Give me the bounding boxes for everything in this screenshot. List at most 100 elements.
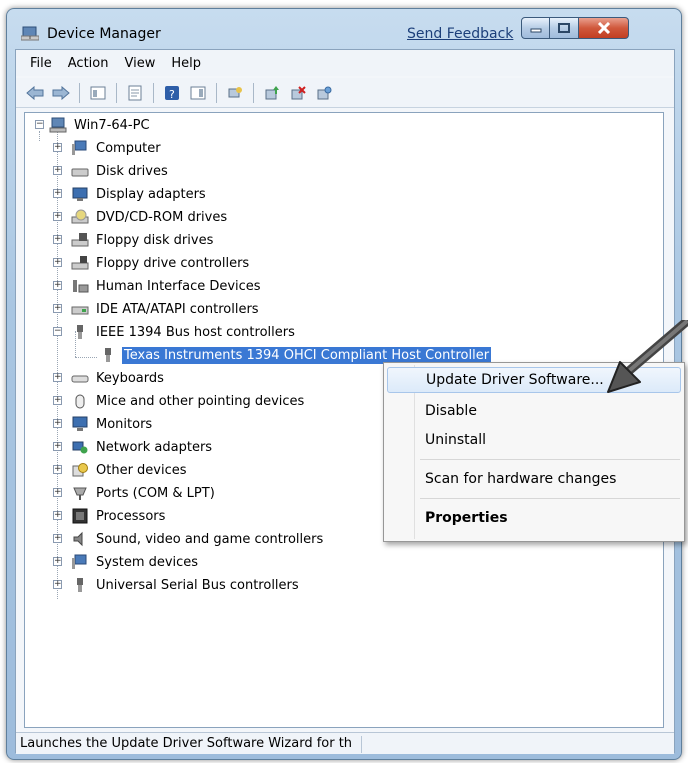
other-devices-icon — [71, 462, 89, 478]
dvd-drive-icon — [71, 209, 89, 225]
show-hide-tree-icon[interactable] — [87, 82, 109, 104]
display-adapter-icon — [71, 186, 89, 202]
tree-item-label: Human Interface Devices — [96, 278, 261, 294]
tree-item-label: Ports (COM & LPT) — [96, 485, 215, 501]
tree-item-sound-video-game[interactable]: + Sound, video and game controllers — [25, 529, 325, 549]
tree-item-mice[interactable]: + Mice and other pointing devices — [25, 391, 306, 411]
expand-toggle[interactable]: + — [53, 212, 62, 221]
computer-icon — [71, 140, 89, 156]
svg-text:?: ? — [169, 88, 175, 101]
uninstall-device-icon[interactable] — [287, 82, 309, 104]
expand-toggle[interactable]: + — [53, 419, 62, 428]
tree-item-processors[interactable]: + Processors — [25, 506, 167, 526]
hid-icon — [71, 278, 89, 294]
tree-item-label: Disk drives — [96, 163, 168, 179]
tree-item-dvd-cd-rom-drives[interactable]: + DVD/CD-ROM drives — [25, 207, 229, 227]
expand-toggle[interactable]: + — [53, 281, 62, 290]
tree-item-label: Keyboards — [96, 370, 164, 386]
tree-item-floppy-disk-drives[interactable]: + Floppy disk drives — [25, 230, 215, 250]
ide-controller-icon — [71, 301, 89, 317]
collapse-toggle[interactable]: − — [35, 120, 44, 129]
toolbar-separator — [153, 82, 154, 103]
back-arrow-icon[interactable] — [24, 82, 46, 104]
expand-toggle[interactable]: + — [53, 580, 62, 589]
expand-toggle[interactable]: + — [53, 488, 62, 497]
title-bar[interactable]: Device Manager Send Feedback — [7, 9, 681, 49]
tree-item-label: IEEE 1394 Bus host controllers — [96, 324, 295, 340]
action-pane-icon[interactable] — [187, 82, 209, 104]
expand-toggle[interactable]: + — [53, 557, 62, 566]
toolbar: ? — [16, 78, 674, 108]
speaker-icon — [71, 531, 89, 547]
expand-toggle[interactable]: + — [53, 166, 62, 175]
tree-item-label: Processors — [96, 508, 166, 524]
expand-toggle[interactable]: + — [53, 258, 62, 267]
tree-item-keyboards[interactable]: + Keyboards — [25, 368, 166, 388]
tree-item-disk-drives[interactable]: + Disk drives — [25, 161, 170, 181]
system-device-icon — [71, 554, 89, 570]
status-text: Launches the Update Driver Software Wiza… — [20, 736, 362, 753]
minimize-button[interactable] — [521, 17, 550, 39]
expand-toggle[interactable]: + — [53, 396, 62, 405]
context-scan-hardware[interactable]: Scan for hardware changes — [387, 466, 681, 492]
expand-toggle[interactable]: + — [53, 511, 62, 520]
collapse-toggle[interactable]: − — [53, 327, 62, 336]
pointer-arrow-icon — [607, 320, 688, 393]
menu-view[interactable]: View — [116, 54, 163, 73]
menu-file[interactable]: File — [22, 54, 60, 73]
tree-item-system-devices[interactable]: + System devices — [25, 552, 200, 572]
tree-item-network-adapters[interactable]: + Network adapters — [25, 437, 214, 457]
menu-help[interactable]: Help — [163, 54, 209, 73]
expand-toggle[interactable]: + — [53, 465, 62, 474]
monitor-icon — [71, 416, 89, 432]
toolbar-separator — [79, 82, 80, 103]
toolbar-separator — [216, 82, 217, 103]
context-properties[interactable]: Properties — [387, 505, 681, 531]
scan-hardware-icon[interactable] — [224, 82, 246, 104]
expand-toggle[interactable]: + — [53, 534, 62, 543]
tree-item-label: Texas Instruments 1394 OHCI Compliant Ho… — [122, 346, 492, 364]
toolbar-separator — [253, 82, 254, 103]
send-feedback-link[interactable]: Send Feedback — [407, 26, 513, 42]
tree-item-floppy-drive-controllers[interactable]: + Floppy drive controllers — [25, 253, 251, 273]
tree-item-label: Other devices — [96, 462, 187, 478]
tree-item-label: Sound, video and game controllers — [96, 531, 324, 547]
tree-item-ports[interactable]: + Ports (COM & LPT) — [25, 483, 217, 503]
menu-action[interactable]: Action — [60, 54, 117, 73]
tree-item-label: Mice and other pointing devices — [96, 393, 305, 409]
tree-item-label: Monitors — [96, 416, 153, 432]
help-icon[interactable]: ? — [161, 82, 183, 104]
context-uninstall[interactable]: Uninstall — [387, 427, 681, 453]
expand-toggle[interactable]: + — [53, 442, 62, 451]
tree-item-other-devices[interactable]: + Other devices — [25, 460, 189, 480]
tree-item-ieee-1394-bus-host-controllers[interactable]: − IEEE 1394 Bus host controllers — [25, 322, 297, 342]
forward-arrow-icon[interactable] — [50, 82, 72, 104]
tree-item-label: Computer — [96, 140, 161, 156]
tree-item-display-adapters[interactable]: + Display adapters — [25, 184, 208, 204]
expand-toggle[interactable]: + — [53, 373, 62, 382]
properties-icon[interactable] — [124, 82, 146, 104]
update-driver-icon[interactable] — [261, 82, 283, 104]
tree-item-human-interface-devices[interactable]: + Human Interface Devices — [25, 276, 263, 296]
menu-bar: File Action View Help — [16, 50, 674, 76]
window-title: Device Manager — [47, 26, 161, 42]
expand-toggle[interactable]: + — [53, 304, 62, 313]
tree-item-label: Universal Serial Bus controllers — [96, 577, 299, 593]
expand-toggle[interactable]: + — [53, 235, 62, 244]
ieee1394-icon — [99, 347, 117, 363]
expand-toggle[interactable]: + — [53, 189, 62, 198]
tree-item-computer[interactable]: + Computer — [25, 138, 163, 158]
maximize-button[interactable] — [550, 17, 579, 39]
tree-item-label: Floppy drive controllers — [96, 255, 250, 271]
tree-item-monitors[interactable]: + Monitors — [25, 414, 154, 434]
tree-item-ide-ata-atapi-controllers[interactable]: + IDE ATA/ATAPI controllers — [25, 299, 261, 319]
tree-root[interactable]: − Win7-64-PC — [25, 115, 152, 135]
toolbar-separator — [116, 82, 117, 103]
expand-toggle[interactable]: + — [53, 143, 62, 152]
close-button[interactable] — [579, 17, 629, 39]
floppy-drive-icon — [71, 232, 89, 248]
computer-icon — [49, 117, 67, 133]
disable-device-icon[interactable] — [313, 82, 335, 104]
tree-item-label: Display adapters — [96, 186, 206, 202]
tree-item-usb-controllers[interactable]: + Universal Serial Bus controllers — [25, 575, 301, 595]
